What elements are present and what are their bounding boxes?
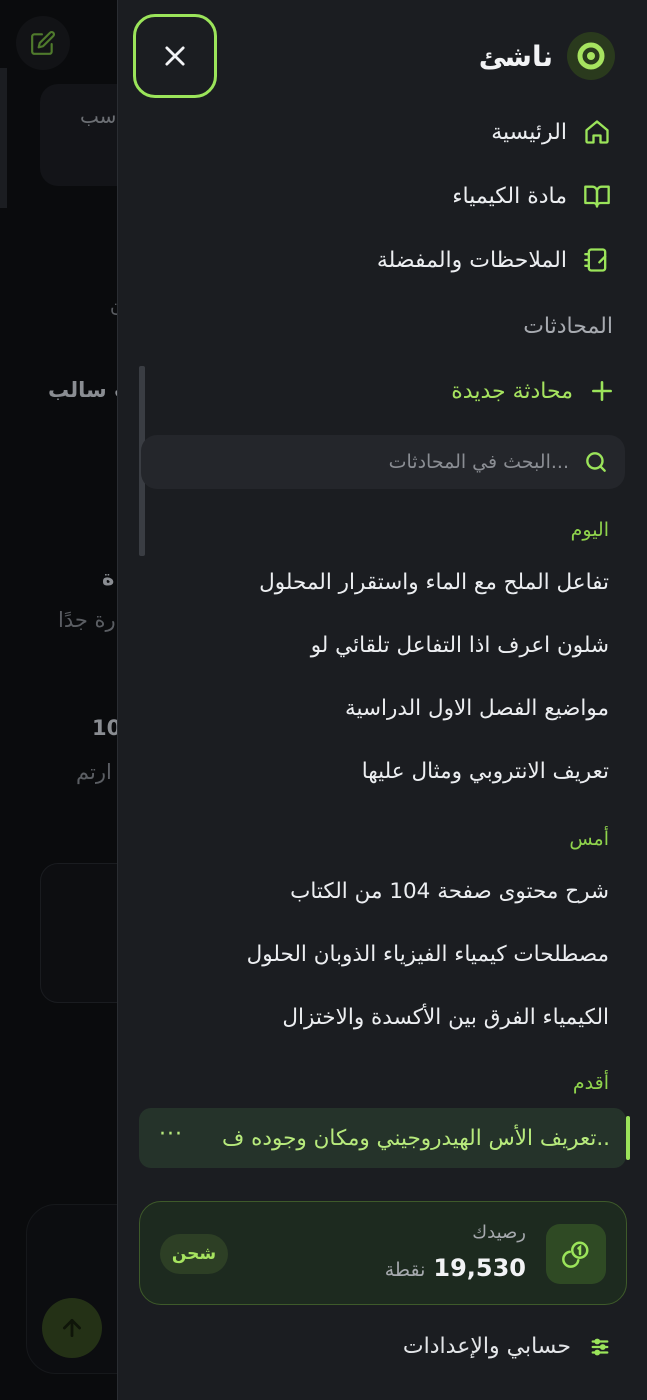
background-text: ب سالب: [48, 378, 117, 402]
background-text: ن: [110, 296, 117, 317]
conversation-item-active[interactable]: تعريف الأس الهيدروجيني ومكان وجوده ف.. ·…: [139, 1108, 630, 1168]
balance-label: رصيدك: [472, 1222, 526, 1243]
background-card: سب: [40, 84, 117, 186]
plus-icon: [592, 381, 612, 401]
account-settings-item[interactable]: حسابي والإعدادات: [403, 1334, 611, 1359]
nav-item-notes[interactable]: الملاحظات والمفضلة: [377, 246, 611, 274]
settings-label: حسابي والإعدادات: [402, 1334, 571, 1359]
balance-unit: نقطة: [384, 1259, 426, 1281]
background-page: سب ن ب سالب ة رة جدًا 10. ارتم: [0, 0, 117, 1400]
group-label-today: اليوم: [570, 519, 609, 541]
conversation-item[interactable]: شرح محتوى صفحة 104 من الكتاب: [290, 879, 609, 904]
new-chat-button[interactable]: محادثة جديدة: [451, 378, 615, 404]
logo-ring-icon: [567, 32, 615, 80]
arrow-up-icon: [63, 1319, 81, 1337]
notebook-icon: [584, 248, 607, 272]
recharge-button[interactable]: شحن: [160, 1234, 228, 1274]
background-text: ة: [102, 566, 115, 590]
active-indicator: [626, 1116, 630, 1160]
conversations-heading: المحادثات: [523, 314, 613, 339]
balance-card: رصيدك 19,530 نقطة شحن: [139, 1201, 627, 1305]
conversation-item[interactable]: مصطلحات كيمياء الفيزياء الذوبان الحلول: [247, 942, 609, 967]
conversation-item[interactable]: تعريف الانتروبي ومثال عليها: [362, 759, 609, 784]
brand: ناشئ: [479, 32, 615, 80]
nav-item-label: الملاحظات والمفضلة: [376, 247, 567, 273]
conversation-item[interactable]: مواضيع الفصل الاول الدراسية: [345, 696, 609, 721]
conversation-item[interactable]: تفاعل الملح مع الماء واستقرار المحلول: [259, 570, 609, 595]
search-input[interactable]: البحث في المحادثات...: [141, 435, 625, 489]
nav-item-label: مادة الكيمياء: [452, 183, 567, 209]
brand-name: ناشئ: [478, 39, 553, 73]
nav-item-chemistry[interactable]: مادة الكيمياء: [452, 182, 611, 210]
sliders-icon: [591, 1338, 609, 1355]
conversation-item[interactable]: شلون اعرف اذا التفاعل تلقائي لو: [311, 633, 609, 658]
send-button: [42, 1298, 102, 1358]
new-chat-label: محادثة جديدة: [451, 378, 573, 404]
search-placeholder: البحث في المحادثات...: [388, 451, 569, 473]
new-note-button: [16, 16, 70, 70]
conversation-title: تعريف الأس الهيدروجيني ومكان وجوده ف..: [222, 1125, 610, 1151]
balance-value: 19,530: [433, 1254, 526, 1282]
balance-amount: 19,530 نقطة: [385, 1254, 526, 1282]
group-label-older: أقدم: [572, 1072, 609, 1094]
side-drawer: ناشئ الرئيسية مادة الكيمياء الملاحظات وا…: [117, 0, 647, 1400]
background-text: رة جدًا: [58, 608, 116, 632]
close-drawer-button[interactable]: [133, 14, 217, 98]
more-options-button[interactable]: ···: [159, 1122, 183, 1147]
conversation-item[interactable]: الكيمياء الفرق بين الأكسدة والاختزال: [282, 1005, 609, 1030]
search-icon: [586, 452, 606, 472]
book-icon: [584, 185, 610, 208]
edit-icon: [31, 31, 55, 55]
nav-item-home[interactable]: الرئيسية: [491, 118, 611, 146]
nav-item-label: الرئيسية: [491, 119, 567, 145]
background-text: ارتم: [76, 760, 112, 784]
background-card: [40, 863, 117, 1003]
background-scrollbar: [0, 68, 7, 208]
group-label-yesterday: أمس: [569, 828, 609, 850]
home-icon: [585, 120, 609, 144]
close-icon: [165, 46, 185, 66]
background-text: 10.: [92, 716, 117, 740]
coins-icon: [546, 1224, 606, 1284]
